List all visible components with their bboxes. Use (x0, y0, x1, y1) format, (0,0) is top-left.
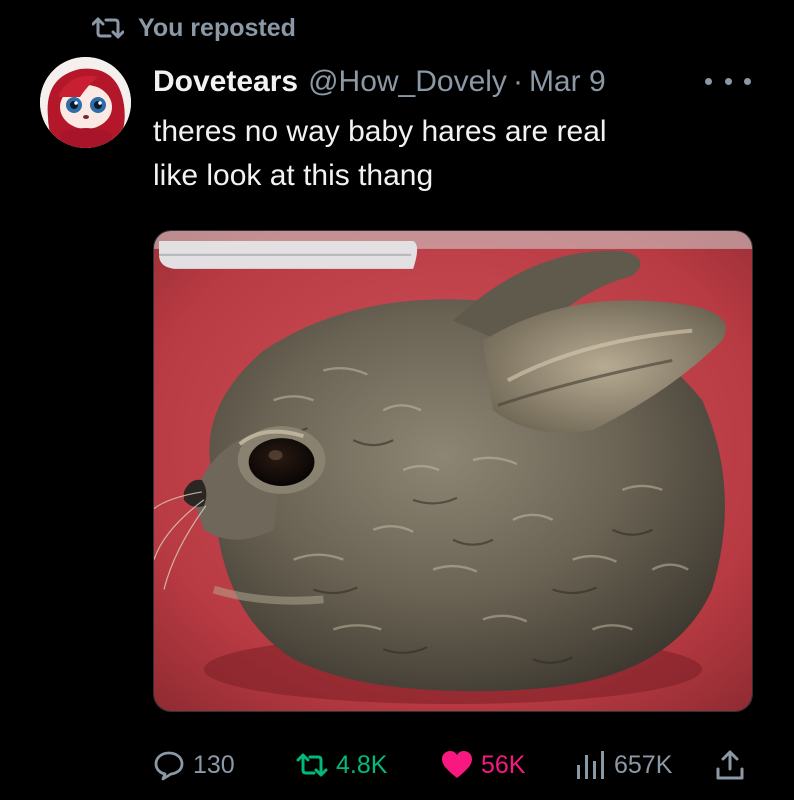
baby-hare-photo (154, 231, 752, 711)
more-options-icon[interactable] (705, 66, 751, 96)
more-dot (705, 77, 712, 85)
reply-icon (154, 751, 184, 781)
views-button[interactable]: 657K (574, 749, 714, 781)
author-name[interactable]: Dovetears (153, 65, 298, 99)
repost-icon (296, 753, 328, 777)
action-bar: 130 4.8K 56K 657K (153, 742, 763, 788)
bar-chart-icon (577, 751, 604, 779)
repost-banner: You reposted (92, 10, 296, 46)
reply-count: 130 (193, 750, 235, 779)
repost-button[interactable]: 4.8K (296, 749, 441, 781)
separator-dot: · (512, 65, 523, 98)
avatar[interactable] (40, 57, 131, 148)
more-dot (724, 77, 732, 85)
heart-icon (442, 751, 472, 778)
post-media[interactable] (153, 230, 753, 712)
share-icon (716, 750, 744, 780)
like-count: 56K (481, 750, 526, 779)
views-count: 657K (614, 750, 673, 779)
repost-icon (92, 17, 124, 39)
repost-banner-text: You reposted (138, 13, 296, 42)
more-dot (744, 77, 751, 85)
post-text-line: theres no way baby hares are real (153, 115, 607, 148)
reply-button[interactable]: 130 (153, 749, 296, 781)
author-handle[interactable]: @How_Dovely (308, 65, 507, 99)
avatar-image (40, 57, 131, 148)
repost-count: 4.8K (336, 750, 388, 779)
post-text: theres no way baby hares are real like l… (153, 110, 753, 198)
share-button[interactable] (714, 749, 746, 781)
post-header: Dovetears @How_Dovely · Mar 9 (153, 60, 763, 104)
post-date[interactable]: Mar 9 (529, 65, 606, 99)
like-button[interactable]: 56K (441, 749, 574, 781)
post-text-line: like look at this thang (153, 159, 434, 192)
